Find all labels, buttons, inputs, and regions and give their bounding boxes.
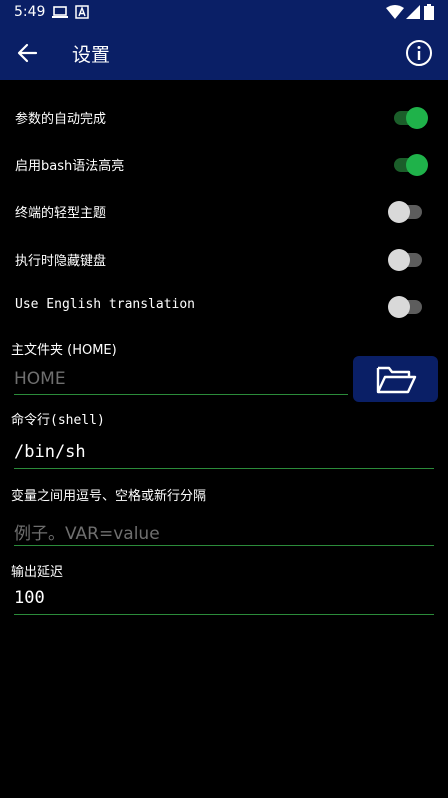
light-theme-switch[interactable]	[388, 201, 428, 223]
toggle-row-light-theme[interactable]: 终端的轻型主题	[0, 189, 448, 235]
switch-thumb	[406, 107, 428, 129]
english-translation-switch[interactable]	[388, 296, 428, 318]
folder-open-icon	[376, 366, 417, 394]
output-delay-field[interactable]: 100	[14, 584, 434, 615]
toggle-row-bash-highlight[interactable]: 启用bash语法高亮	[0, 142, 448, 188]
toggle-label: 启用bash语法高亮	[15, 159, 125, 174]
env-placeholder: 例子。VAR=value	[14, 524, 160, 544]
app-bar: 设置	[0, 26, 448, 80]
shell-field[interactable]: /bin/sh	[14, 436, 434, 469]
laptop-icon	[52, 6, 68, 18]
status-bar: 5:49	[0, 0, 448, 26]
bash-highlight-switch[interactable]	[388, 154, 428, 176]
back-arrow-icon[interactable]	[14, 39, 42, 67]
toggle-label: 执行时隐藏键盘	[15, 254, 107, 269]
browse-folder-button[interactable]	[353, 356, 438, 402]
toggle-label: Use English translation	[15, 297, 196, 312]
switch-thumb	[388, 296, 410, 318]
app-notification-icon	[75, 5, 89, 19]
toggle-label: 参数的自动完成	[15, 112, 107, 127]
toggle-row-hide-keyboard[interactable]: 执行时隐藏键盘	[0, 237, 448, 283]
battery-icon	[424, 4, 434, 20]
home-field[interactable]: HOME	[14, 363, 348, 395]
env-field[interactable]: 例子。VAR=value	[14, 513, 434, 546]
home-placeholder: HOME	[14, 369, 66, 389]
hide-keyboard-switch[interactable]	[388, 249, 428, 271]
autocomplete-switch[interactable]	[388, 107, 428, 129]
toggle-row-autocomplete[interactable]: 参数的自动完成	[0, 95, 448, 141]
wifi-icon	[386, 5, 404, 19]
switch-thumb	[388, 201, 410, 223]
env-label: 变量之间用逗号、空格或新行分隔	[11, 489, 207, 504]
page-title: 设置	[72, 44, 111, 66]
signal-icon	[406, 5, 420, 19]
info-icon[interactable]	[404, 38, 434, 68]
status-time: 5:49	[14, 4, 46, 20]
home-label: 主文件夹 (HOME)	[11, 343, 117, 358]
shell-value: /bin/sh	[14, 442, 86, 462]
shell-label: 命令行(shell)	[11, 413, 105, 428]
toggle-label: 终端的轻型主题	[15, 206, 107, 221]
toggle-row-english-translation[interactable]: Use English translation	[0, 284, 448, 330]
output-delay-label: 输出延迟	[11, 565, 64, 580]
switch-thumb	[388, 249, 410, 271]
switch-thumb	[406, 154, 428, 176]
output-delay-value: 100	[14, 588, 45, 608]
